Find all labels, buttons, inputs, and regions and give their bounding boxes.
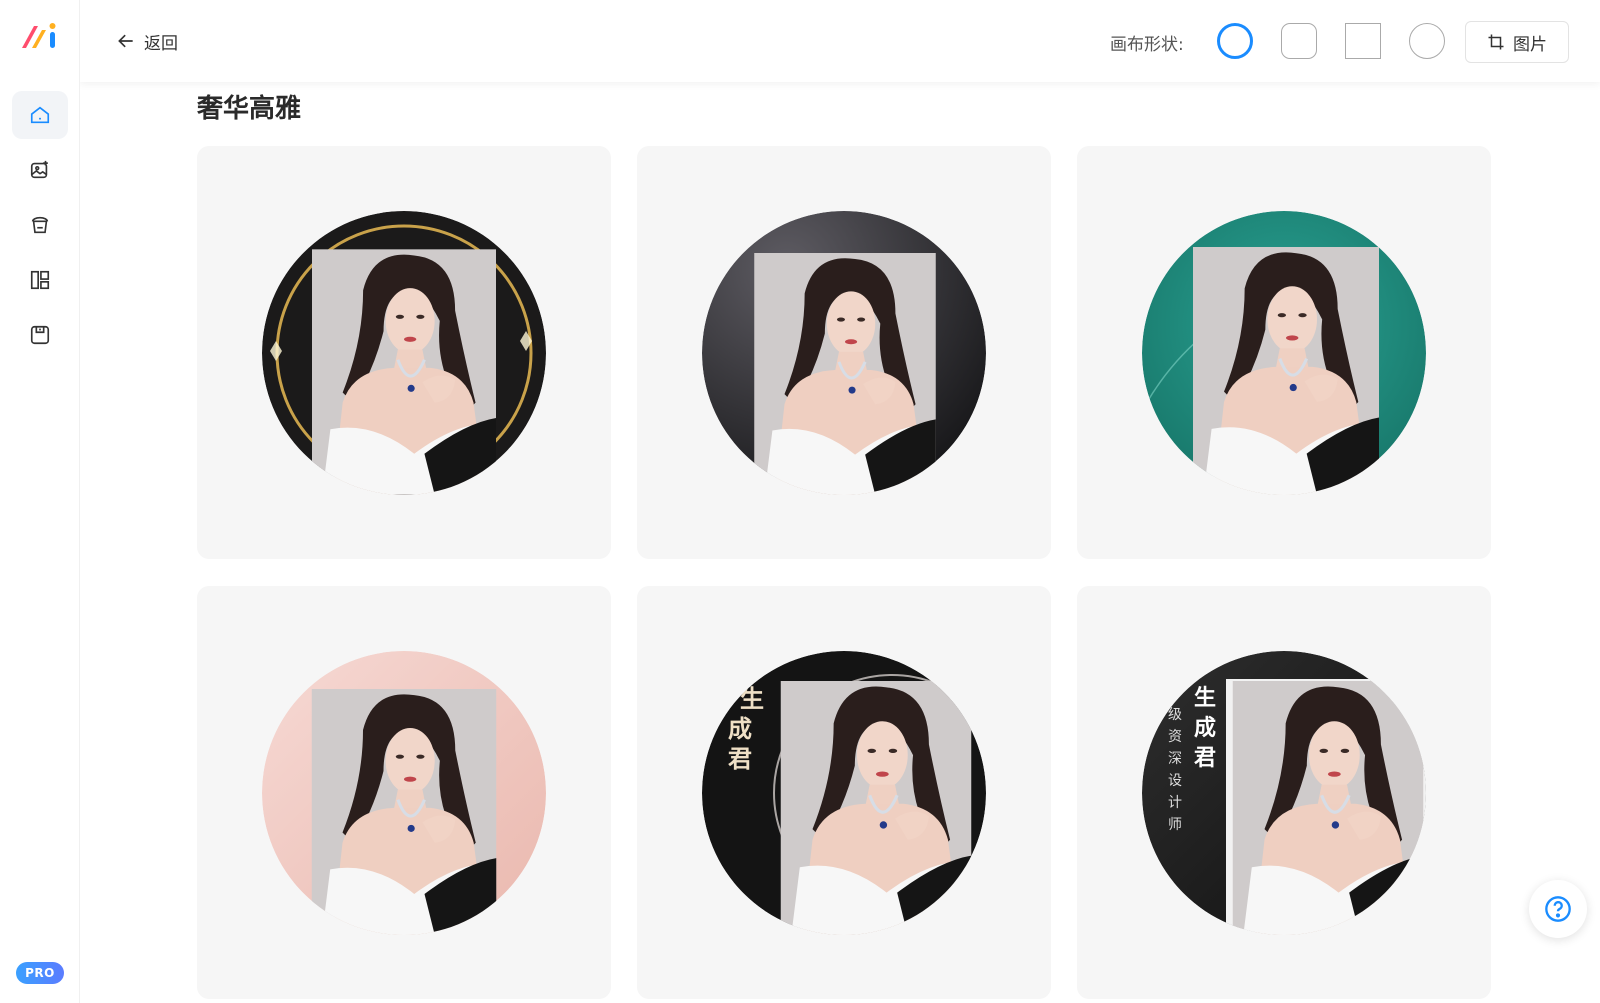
shape-option-circle-alt[interactable] — [1409, 23, 1445, 59]
template-avatar — [262, 211, 546, 495]
overlay-char: 生 — [740, 685, 764, 713]
sidebar-item-save[interactable] — [12, 311, 68, 359]
overlay-char: 成 — [728, 715, 752, 743]
pro-badge[interactable]: PRO — [16, 962, 64, 984]
template-preview — [262, 211, 546, 495]
top-header: 返回 画布形状: 图片 — [80, 0, 1600, 82]
sidebar: PRO — [0, 0, 80, 1003]
layout-icon — [30, 270, 50, 290]
template-preview — [702, 211, 986, 495]
overlay-subchar: 资 — [1168, 729, 1182, 745]
question-circle-icon — [1545, 896, 1571, 922]
sidebar-item-layout[interactable] — [12, 256, 68, 304]
template-card[interactable] — [197, 146, 611, 559]
template-avatar — [1142, 211, 1426, 495]
shape-option-circle[interactable] — [1217, 23, 1253, 59]
template-card[interactable] — [1077, 146, 1491, 559]
template-preview — [1142, 211, 1426, 495]
sidebar-item-bucket[interactable] — [12, 201, 68, 249]
home-icon — [30, 106, 50, 124]
image-button[interactable]: 图片 — [1465, 21, 1569, 63]
image-edit-icon — [30, 160, 48, 179]
template-avatar: 生 成 君 级 资 深 设 计 师 — [1142, 651, 1426, 935]
template-preview — [262, 651, 546, 935]
help-button[interactable] — [1529, 880, 1587, 938]
app-logo[interactable] — [20, 20, 60, 52]
canvas-shape-label: 画布形状: — [1110, 35, 1184, 55]
section-title: 奢华高雅 — [197, 94, 302, 124]
overlay-char: 生 — [1194, 686, 1216, 711]
template-avatar: 生 成 君 — [702, 651, 986, 935]
shape-option-square[interactable] — [1345, 23, 1381, 59]
sidebar-item-home[interactable] — [12, 91, 68, 139]
save-icon — [30, 325, 50, 345]
overlay-subchar: 级 — [1168, 707, 1182, 723]
bucket-icon — [31, 216, 49, 234]
template-card[interactable]: 生 成 君 级 资 深 设 计 师 — [1077, 586, 1491, 999]
back-label: 返回 — [144, 33, 178, 54]
back-button[interactable]: 返回 — [116, 28, 178, 54]
overlay-subchar: 设 — [1168, 773, 1182, 789]
template-preview: 生 成 君 级 资 深 设 计 师 — [1142, 651, 1426, 935]
image-button-label: 图片 — [1513, 34, 1547, 55]
template-card[interactable] — [637, 146, 1051, 559]
template-preview: 生 成 君 — [702, 651, 986, 935]
shape-option-rounded-square[interactable] — [1281, 23, 1317, 59]
overlay-char: 成 — [1194, 716, 1216, 741]
template-avatar — [702, 211, 986, 495]
crop-icon — [1488, 34, 1504, 50]
overlay-char: 君 — [1194, 746, 1216, 771]
sidebar-item-image-edit[interactable] — [12, 146, 68, 194]
overlay-subchar: 深 — [1168, 751, 1182, 767]
template-avatar — [262, 651, 546, 935]
template-card[interactable]: 生 成 君 — [637, 586, 1051, 999]
overlay-subchar: 计 — [1168, 795, 1182, 811]
overlay-subchar: 师 — [1168, 817, 1182, 833]
template-card[interactable] — [197, 586, 611, 999]
arrow-left-icon — [118, 34, 133, 48]
overlay-char: 君 — [728, 745, 752, 773]
